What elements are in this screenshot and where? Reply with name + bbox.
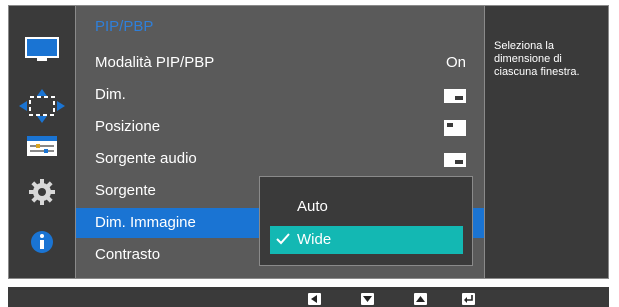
menu-title: PIP/PBP — [95, 18, 154, 35]
menu-row-size[interactable]: Dim. — [76, 80, 484, 110]
settings-list-icon — [27, 136, 57, 156]
down-arrow-key-icon — [361, 293, 374, 305]
option-label: Wide — [297, 231, 332, 248]
help-panel: Seleziona la dimensione di ciascuna fine… — [485, 6, 608, 278]
monitor-icon — [25, 37, 59, 61]
option-label: Auto — [297, 198, 328, 215]
checkmark-icon — [276, 233, 290, 245]
menu-row-audio-source[interactable]: Sorgente audio — [76, 144, 484, 174]
audio-source-window-icon — [444, 153, 466, 167]
up-arrow-key-icon — [414, 293, 427, 305]
option-wide[interactable]: Wide — [270, 226, 463, 254]
sidebar-item-onscreen-display[interactable] — [19, 129, 65, 163]
help-text: Seleziona la dimensione di ciascuna fine… — [494, 40, 580, 78]
enter-key-icon — [462, 293, 475, 305]
sidebar-item-picture[interactable] — [19, 33, 65, 67]
menu-row-position[interactable]: Posizione — [76, 112, 484, 142]
menu-row-label: Sorgente audio — [95, 150, 197, 167]
sidebar-item-information[interactable] — [19, 225, 65, 259]
sidebar-item-system[interactable] — [19, 175, 65, 209]
menu-row-label: Modalità PIP/PBP — [95, 54, 215, 71]
menu-row-label: Sorgente — [95, 182, 156, 199]
menu-row-value: On — [445, 54, 466, 71]
sidebar-item-pip-pbp[interactable] — [19, 89, 65, 123]
menu-row-pip-mode[interactable]: Modalità PIP/PBP On — [76, 48, 484, 78]
menu-row-label: Dim. Immagine — [95, 214, 196, 231]
option-auto[interactable]: Auto — [270, 193, 463, 221]
gear-icon — [29, 179, 55, 205]
window-size-icon — [444, 89, 466, 103]
window-position-icon — [444, 120, 466, 136]
menu-row-label: Dim. — [95, 86, 126, 103]
left-arrow-key-icon — [308, 293, 321, 305]
move-arrows-icon — [19, 89, 65, 123]
category-sidebar — [9, 6, 75, 278]
menu-row-label: Posizione — [95, 118, 161, 135]
menu-row-label: Contrasto — [95, 246, 161, 263]
image-size-options-popup: Auto Wide — [259, 176, 473, 266]
bottom-key-bar — [8, 287, 609, 307]
info-icon — [31, 231, 53, 253]
